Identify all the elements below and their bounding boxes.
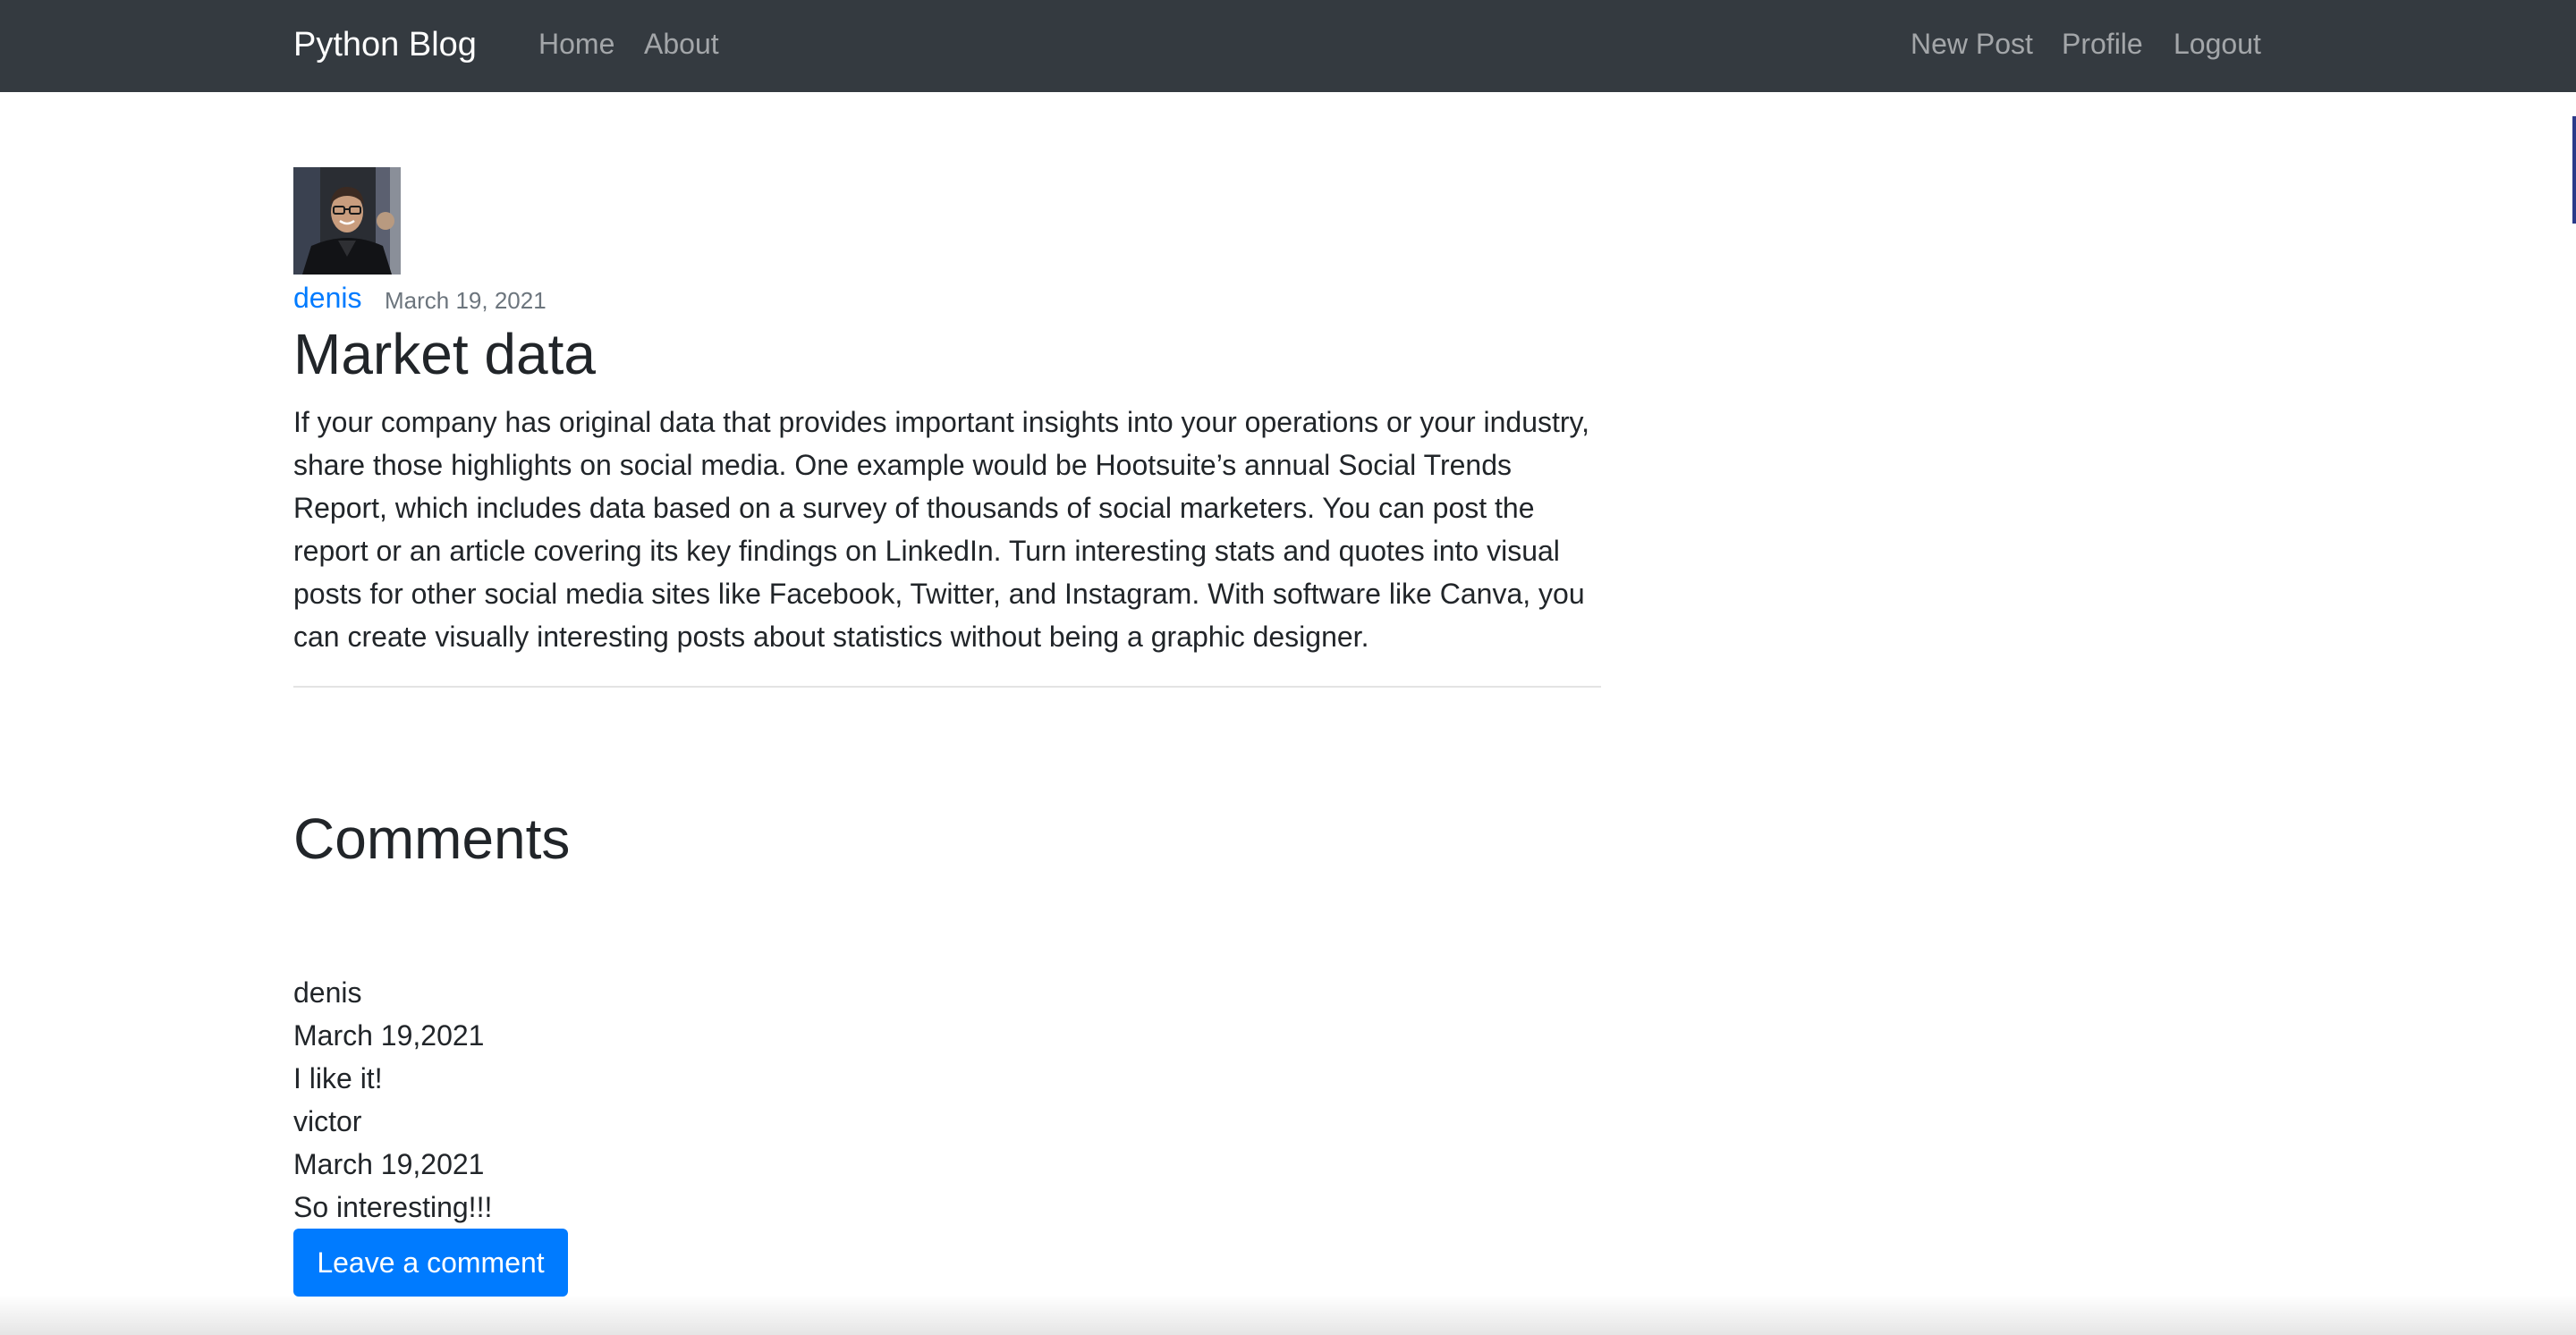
bottom-shadow	[0, 1295, 2576, 1335]
comment-date: March 19,2021	[293, 1019, 485, 1052]
post-title: Market data	[293, 322, 596, 386]
comment-date: March 19,2021	[293, 1148, 485, 1180]
post-content: If your company has original data that p…	[293, 406, 1590, 653]
nav-link-about[interactable]: About	[644, 22, 719, 65]
comments-heading: Comments	[293, 807, 571, 871]
comment-text: So interesting!!!	[293, 1191, 493, 1223]
comment-item: victor March 19,2021 So interesting!!!	[293, 1100, 492, 1229]
window-edge-marker	[2572, 116, 2576, 224]
nav-link-profile[interactable]: Profile	[2062, 22, 2143, 65]
comment-item: denis March 19,2021 I like it!	[293, 971, 492, 1100]
author-avatar	[293, 167, 401, 275]
post-author-link[interactable]: denis	[293, 278, 362, 317]
post-divider	[293, 686, 1601, 688]
avatar-photo	[293, 167, 401, 275]
brand-link[interactable]: Python Blog	[293, 20, 477, 70]
nav-link-home[interactable]: Home	[538, 22, 614, 65]
nav-link-logout[interactable]: Logout	[2174, 22, 2261, 65]
comments-list: denis March 19,2021 I like it! victor Ma…	[293, 971, 492, 1229]
comment-author: denis	[293, 976, 362, 1009]
comment-author: victor	[293, 1105, 362, 1137]
post-date: March 19, 2021	[385, 287, 547, 314]
comment-text: I like it!	[293, 1062, 383, 1094]
leave-comment-button[interactable]: Leave a comment	[293, 1229, 568, 1297]
nav-link-new-post[interactable]: New Post	[1911, 22, 2033, 65]
top-navbar: Python Blog Home About New Post Profile …	[0, 0, 2576, 92]
